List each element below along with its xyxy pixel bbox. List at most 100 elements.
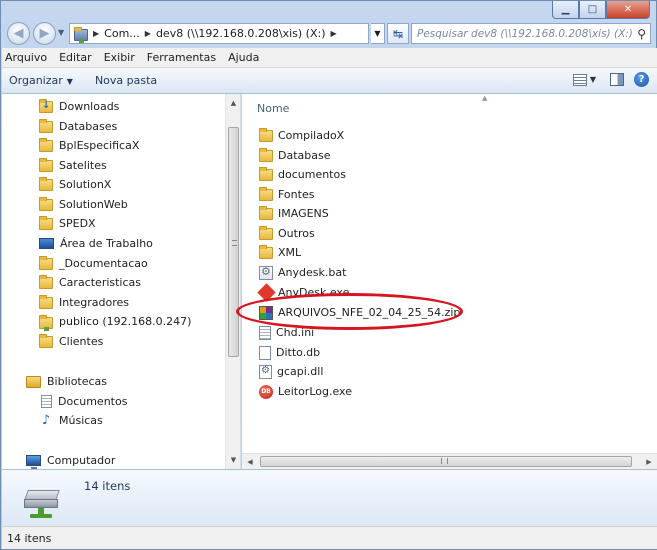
menu-ajuda[interactable]: Ajuda xyxy=(228,51,259,64)
help-icon[interactable]: ? xyxy=(634,72,649,87)
nav-item-label: Caracteristicas xyxy=(59,276,142,289)
scroll-thumb[interactable] xyxy=(260,456,632,467)
content-horizontal-scrollbar[interactable]: ◀ ▶ xyxy=(242,453,657,469)
nav-item-spedx[interactable]: SPEDX xyxy=(39,214,96,233)
file-item-xml[interactable]: XML xyxy=(259,243,301,262)
file-item-leitorlog-exe[interactable]: DB LeitorLog.exe xyxy=(259,382,352,401)
folder-icon xyxy=(39,176,53,191)
back-button[interactable]: ◀ xyxy=(7,22,30,45)
scroll-grip xyxy=(441,458,448,464)
view-options-icon[interactable] xyxy=(572,73,587,86)
preview-pane-icon[interactable] xyxy=(610,73,624,86)
file-item-compiladox[interactable]: CompiladoX xyxy=(259,126,344,145)
breadcrumb-separator-icon[interactable]: ▶ xyxy=(145,29,151,38)
nav-item-clientes[interactable]: Clientes xyxy=(39,332,103,351)
nav-item-integradores[interactable]: Integradores xyxy=(39,293,129,312)
menu-exibir[interactable]: Exibir xyxy=(104,51,135,64)
forward-button[interactable]: ▶ xyxy=(33,22,56,45)
view-dropdown-icon[interactable]: ▼ xyxy=(590,75,596,84)
folder-icon xyxy=(39,255,53,270)
nav-item-documentos[interactable]: Documentos xyxy=(39,392,127,411)
breadcrumb-separator-icon[interactable]: ▶ xyxy=(331,29,337,38)
nav-item-label: Bibliotecas xyxy=(47,375,108,388)
new-folder-button[interactable]: Nova pasta xyxy=(95,74,157,87)
folder-icon xyxy=(259,127,273,142)
minimize-button[interactable]: ▁ xyxy=(552,1,579,19)
file-name: XML xyxy=(278,246,302,259)
nav-item-label: Downloads xyxy=(59,100,120,113)
folder-icon xyxy=(259,186,273,201)
scroll-left-arrow-icon[interactable]: ◀ xyxy=(242,454,258,469)
file-name: Database xyxy=(278,149,331,162)
scroll-up-arrow-icon[interactable]: ▲ xyxy=(226,96,241,110)
breadcrumb-separator-icon[interactable]: ▶ xyxy=(93,29,99,38)
breadcrumb-computer[interactable]: Com... xyxy=(104,27,140,40)
nav-item-bibliotecas[interactable]: Bibliotecas xyxy=(26,372,107,391)
nav-item-databases[interactable]: Databases xyxy=(39,117,117,136)
chevron-down-icon: ▼ xyxy=(66,77,73,86)
file-name: Outros xyxy=(278,227,315,240)
menu-editar[interactable]: Editar xyxy=(59,51,92,64)
search-icon[interactable]: ⚲ xyxy=(637,27,646,41)
history-dropdown[interactable]: ▼ xyxy=(58,28,64,37)
nav-item-downloads[interactable]: Downloads xyxy=(39,97,119,116)
nav-item-label: Satelites xyxy=(59,159,107,172)
address-dropdown[interactable]: ▼ xyxy=(371,23,385,44)
nav-item-bplespecificax[interactable]: BplEspecificaX xyxy=(39,136,139,155)
details-item-count: 14 itens xyxy=(84,479,131,493)
file-item-outros[interactable]: Outros xyxy=(259,224,315,243)
nav-vertical-scrollbar[interactable]: ▲ ▼ xyxy=(225,94,240,469)
file-name: Anydesk.bat xyxy=(278,266,347,279)
file-item-documentos[interactable]: documentos xyxy=(259,165,346,184)
file-name: CompiladoX xyxy=(278,129,345,142)
file-item-ditto-db[interactable]: Ditto.db xyxy=(259,343,320,362)
file-item-chd-ini[interactable]: Chd.ini xyxy=(259,323,314,342)
nav-item-computador[interactable]: Computador xyxy=(26,451,115,469)
nav-item-area-de-trabalho[interactable]: Área de Trabalho xyxy=(39,234,153,253)
documents-icon xyxy=(41,395,52,408)
organize-label: Organizar xyxy=(9,74,63,87)
refresh-icon: ↹ xyxy=(392,26,404,41)
file-item-gcapi-dll[interactable]: gcapi.dll xyxy=(259,362,323,381)
search-input[interactable]: Pesquisar dev8 (\\192.168.0.208\xis) (X:… xyxy=(411,23,651,44)
network-drive-icon xyxy=(22,486,62,520)
folder-icon xyxy=(259,225,273,240)
anydesk-icon xyxy=(257,283,276,302)
address-bar[interactable]: ▶ Com... ▶ dev8 (\\192.168.0.208\xis) (X… xyxy=(69,23,369,44)
libraries-icon xyxy=(26,375,41,388)
nav-item-publico[interactable]: publico (192.168.0.247) xyxy=(39,312,191,331)
file-item-anydesk-exe[interactable]: AnyDesk.exe xyxy=(257,283,349,302)
file-item-arquivos-nfe-zip[interactable]: ARQUIVOS_NFE_02_04_25_54.zip xyxy=(259,303,460,322)
menu-arquivo[interactable]: Arquivo xyxy=(5,51,47,64)
scroll-down-arrow-icon[interactable]: ▼ xyxy=(226,453,241,467)
refresh-button[interactable]: ↹ xyxy=(387,23,409,44)
file-item-database[interactable]: Database xyxy=(259,146,331,165)
zip-archive-icon xyxy=(259,305,273,320)
nav-item-documentacao[interactable]: _Documentacao xyxy=(39,254,148,273)
column-header-name[interactable]: Nome xyxy=(257,102,289,115)
nav-item-label: Clientes xyxy=(59,335,104,348)
menu-ferramentas[interactable]: Ferramentas xyxy=(147,51,216,64)
nav-item-musicas[interactable]: ♪ Músicas xyxy=(39,411,103,430)
close-button[interactable]: ✕ xyxy=(606,1,650,19)
maximize-button[interactable]: □ xyxy=(579,1,606,19)
nav-item-caracteristicas[interactable]: Caracteristicas xyxy=(39,273,141,292)
dll-file-icon xyxy=(259,364,272,379)
nav-item-solutionx[interactable]: SolutionX xyxy=(39,175,111,194)
details-pane: 14 itens xyxy=(2,469,657,526)
file-item-fontes[interactable]: Fontes xyxy=(259,185,314,204)
batch-file-icon xyxy=(259,265,273,280)
music-icon: ♪ xyxy=(41,413,51,428)
file-item-anydesk-bat[interactable]: Anydesk.bat xyxy=(259,263,346,282)
organize-button[interactable]: Organizar ▼ xyxy=(9,74,73,87)
scroll-thumb[interactable] xyxy=(228,127,239,357)
nav-item-label: Databases xyxy=(59,120,118,133)
file-name: Fontes xyxy=(278,188,315,201)
breadcrumb-drive[interactable]: dev8 (\\192.168.0.208\xis) (X:) xyxy=(156,27,326,40)
nav-item-satelites[interactable]: Satelites xyxy=(39,156,107,175)
folder-icon xyxy=(39,137,53,152)
nav-item-solutionweb[interactable]: SolutionWeb xyxy=(39,195,128,214)
scroll-right-arrow-icon[interactable]: ▶ xyxy=(641,454,657,469)
folder-icon xyxy=(39,215,53,230)
file-item-imagens[interactable]: IMAGENS xyxy=(259,204,329,223)
